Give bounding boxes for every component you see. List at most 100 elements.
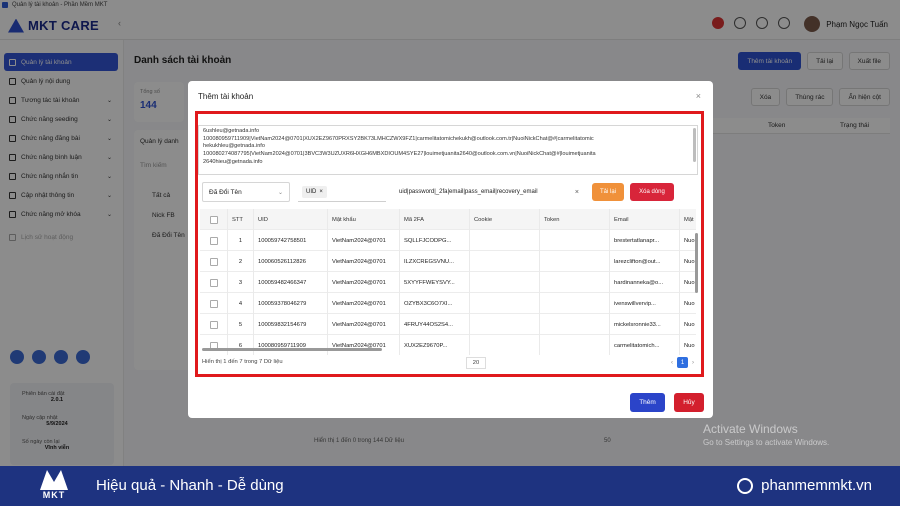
- cell-token: [540, 335, 610, 355]
- row-checkbox-box[interactable]: [209, 299, 218, 308]
- promo-banner: MKT Hiệu quả - Nhanh - Dễ dùng phanmemmk…: [0, 466, 900, 506]
- table-row[interactable]: 3 100059482466347 VietNam2024@0701 5XYYFFWE…: [200, 272, 696, 293]
- uid-tag: UID ×: [302, 186, 327, 198]
- cell-cookie: [470, 230, 540, 251]
- row-checkbox-box[interactable]: [209, 278, 218, 287]
- uid-tag-label: UID: [306, 189, 317, 195]
- cell-email: ivenswillvervip...: [610, 293, 680, 314]
- cell-uid: 100059742758501: [254, 230, 328, 251]
- row-checkbox[interactable]: [200, 293, 228, 314]
- column-tag-input[interactable]: UID ×: [298, 182, 386, 202]
- cell-stt: 1: [228, 230, 254, 251]
- cancel-button[interactable]: Hủy: [674, 393, 704, 412]
- column-stt[interactable]: STT: [228, 209, 254, 230]
- cell-mat: Nuo: [684, 237, 695, 244]
- close-icon[interactable]: ×: [696, 91, 701, 101]
- add-button[interactable]: Thêm: [630, 393, 665, 412]
- row-checkbox[interactable]: [200, 314, 228, 335]
- table-hscrollbar[interactable]: [202, 348, 382, 351]
- cell-2fa: XUX2EZ9670P...: [400, 335, 470, 355]
- cell-cookie: [470, 293, 540, 314]
- table-row[interactable]: 6 100080959711909 VietNam2024@0701 XUX2EZ96…: [200, 335, 696, 355]
- row-checkbox[interactable]: [200, 272, 228, 293]
- table-vscrollbar[interactable]: [695, 233, 698, 293]
- import-controls: Đã Đổi Tên ⌄ UID × uid|password|_2fa|emai…: [198, 182, 698, 202]
- format-value: uid|password|_2fa|email|pass_email|recov…: [399, 189, 538, 195]
- cell-2fa: 4FRUY44OS2S4...: [400, 314, 470, 335]
- textarea-line: 2640hieu@getnada.info: [203, 158, 263, 165]
- mkt-logo: MKT: [36, 468, 72, 504]
- add-account-dialog: Thêm tài khoản × 6ushleu@getnada.info 10…: [188, 81, 713, 418]
- row-checkbox[interactable]: [200, 335, 228, 355]
- pagination: ‹ 1 ›: [671, 357, 694, 368]
- watermark-line1: Activate Windows: [703, 422, 798, 436]
- cell-email: brestertatlanapr...: [610, 230, 680, 251]
- prev-page-icon[interactable]: ‹: [671, 360, 673, 366]
- windows-activation-watermark: Activate Windows Go to Settings to activ…: [703, 422, 829, 447]
- row-checkbox[interactable]: [200, 251, 228, 272]
- current-page[interactable]: 1: [677, 357, 688, 368]
- cell-token: [540, 251, 610, 272]
- row-checkbox-box[interactable]: [209, 236, 218, 245]
- column-cookie[interactable]: Cookie: [470, 209, 540, 230]
- cell-password: VietNam2024@0701: [328, 335, 400, 355]
- table-row[interactable]: 4 100059378046279 VietNam2024@0701 OZYBX3C6…: [200, 293, 696, 314]
- select-all-checkbox[interactable]: [200, 209, 228, 230]
- cell-password: VietNam2024@0701: [328, 272, 400, 293]
- logo-mark-icon: [40, 470, 68, 490]
- cell-email: mickelsronnie33...: [610, 314, 680, 335]
- table-row[interactable]: 5 100059832154679 VietNam2024@0701 4FRUY44O…: [200, 314, 696, 335]
- cell-2fa: OZYBX3C6O7XI...: [400, 293, 470, 314]
- format-input[interactable]: uid|password|_2fa|email|pass_email|recov…: [395, 182, 583, 202]
- cell-token: [540, 293, 610, 314]
- column-mat[interactable]: Mật: [680, 209, 696, 230]
- table-row[interactable]: 1 100059742758501 VietNam2024@0701 SQLLFJCO…: [200, 230, 696, 251]
- account-input-textarea[interactable]: 6ushleu@getnada.info 100080959711909|Vie…: [198, 125, 698, 175]
- cell-cookie: [470, 335, 540, 355]
- cell-cookie: [470, 251, 540, 272]
- cell-password: VietNam2024@0701: [328, 293, 400, 314]
- cell-uid: 100080959711909: [254, 335, 328, 355]
- cell-token: [540, 272, 610, 293]
- cell-password: VietNam2024@0701: [328, 314, 400, 335]
- textarea-scrollbar[interactable]: [693, 128, 696, 162]
- cell-email: hardinanneka@o...: [610, 272, 680, 293]
- cell-2fa: ILZXCREGSVNU...: [400, 251, 470, 272]
- cell-token: [540, 314, 610, 335]
- delete-row-button[interactable]: Xóa dòng: [630, 183, 674, 201]
- column-password[interactable]: Mật khẩu: [328, 209, 400, 230]
- row-checkbox[interactable]: [200, 230, 228, 251]
- folder-select-value: Đã Đổi Tên: [209, 188, 242, 196]
- cell-token: [540, 230, 610, 251]
- table-header-row: STT UID Mật khẩu Mã 2FA Cookie Token Ema…: [200, 209, 696, 230]
- column-uid[interactable]: UID: [254, 209, 328, 230]
- textarea-line: 100080959711909|VietNam2024@0701|XUX2EZ9…: [203, 135, 594, 142]
- clear-icon[interactable]: ×: [575, 189, 579, 196]
- table-row[interactable]: 2 100060526112826 VietNam2024@0701 ILZXCREG…: [200, 251, 696, 272]
- chevron-down-icon: ⌄: [277, 189, 283, 196]
- next-page-icon[interactable]: ›: [692, 360, 694, 366]
- folder-select[interactable]: Đã Đổi Tên ⌄: [202, 182, 290, 202]
- cell-uid: 100059378046279: [254, 293, 328, 314]
- textarea-line: 100080274087795|VietNam2024@0701|3BVC3W3…: [203, 151, 596, 158]
- website-url: phanmemmkt.vn: [761, 477, 872, 494]
- app-root: Quản lý tài khoản - Phần Mềm MKT MKT CAR…: [0, 0, 900, 506]
- cell-cookie: [470, 314, 540, 335]
- reload-button[interactable]: Tải lại: [592, 183, 624, 201]
- table-footer: Hiển thị 1 đến 7 trong 7 Dữ liệu 20 ‹ 1 …: [202, 357, 694, 371]
- row-checkbox-box[interactable]: [209, 320, 218, 329]
- cell-uid: 100059832154679: [254, 314, 328, 335]
- cell-stt: 5: [228, 314, 254, 335]
- website[interactable]: phanmemmkt.vn: [737, 477, 872, 494]
- column-2fa[interactable]: Mã 2FA: [400, 209, 470, 230]
- close-icon[interactable]: ×: [319, 189, 323, 195]
- cell-cookie: [470, 272, 540, 293]
- page-size-select[interactable]: 20: [466, 357, 486, 369]
- textarea-line: hekukhleu@getnada.info: [203, 143, 265, 150]
- cell-stt: 3: [228, 272, 254, 293]
- cell-mat: Nuo: [684, 300, 695, 307]
- column-token[interactable]: Token: [540, 209, 610, 230]
- slogan: Hiệu quả - Nhanh - Dễ dùng: [96, 477, 284, 494]
- row-checkbox-box[interactable]: [209, 257, 218, 266]
- column-email[interactable]: Email: [610, 209, 680, 230]
